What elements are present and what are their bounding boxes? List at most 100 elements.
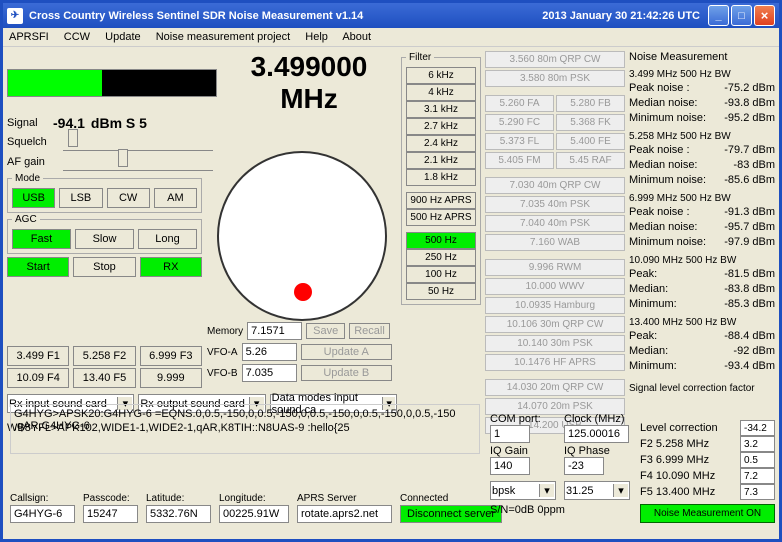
iqgain-input[interactable]: [490, 457, 530, 475]
preset-button[interactable]: 5.373 FL: [485, 133, 554, 150]
connected-label: Connected: [400, 493, 502, 504]
lat-input[interactable]: [146, 505, 211, 523]
preset-button[interactable]: 5.280 FB: [556, 95, 625, 112]
preset-button[interactable]: 5.368 FK: [556, 114, 625, 131]
nm-band-header: 10.090 MHz 500 Hz BW: [629, 255, 775, 266]
preset-button[interactable]: 10.0935 Hamburg: [485, 297, 625, 314]
agc-fast-button[interactable]: Fast: [12, 229, 71, 249]
lc-f2-input[interactable]: [740, 436, 775, 452]
nm-value: -95.2 dBm: [724, 112, 775, 125]
preset-button[interactable]: 7.160 WAB: [485, 234, 625, 251]
filter-2k1-button[interactable]: 2.1 kHz: [406, 152, 476, 169]
filter-1k8-button[interactable]: 1.8 kHz: [406, 169, 476, 186]
preset-button[interactable]: 9.996 RWM: [485, 259, 625, 276]
preset-f3-button[interactable]: 6.999 F3: [140, 346, 202, 366]
callsign-input[interactable]: [10, 505, 75, 523]
preset-button[interactable]: 7.035 40m PSK: [485, 196, 625, 213]
preset-button[interactable]: 10.140 30m PSK: [485, 335, 625, 352]
stop-button[interactable]: Stop: [73, 257, 135, 277]
nm-value: -88.4 dBm: [724, 330, 775, 343]
tuning-dial[interactable]: [217, 151, 387, 321]
preset-button[interactable]: 5.400 FE: [556, 133, 625, 150]
preset-button[interactable]: 7.040 40m PSK: [485, 215, 625, 232]
maximize-button[interactable]: □: [731, 5, 752, 26]
preset-f1-button[interactable]: 3.499 F1: [7, 346, 69, 366]
menu-help[interactable]: Help: [305, 31, 328, 43]
vfob-label: VFO-B: [207, 368, 238, 379]
update-a-button[interactable]: Update A: [301, 344, 392, 360]
preset-f6-button[interactable]: 9.999: [140, 368, 202, 388]
start-button[interactable]: Start: [7, 257, 69, 277]
server-input[interactable]: [297, 505, 392, 523]
disconnect-button[interactable]: Disconnect server: [400, 505, 502, 523]
lc-f4-input[interactable]: [740, 468, 775, 484]
comport-input[interactable]: [490, 425, 530, 443]
filter-100-button[interactable]: 100 Hz: [406, 266, 476, 283]
preset-button[interactable]: 10.106 30m QRP CW: [485, 316, 625, 333]
filter-6k-button[interactable]: 6 kHz: [406, 67, 476, 84]
filter-legend: Filter: [406, 52, 434, 63]
mode-am-button[interactable]: AM: [154, 188, 197, 208]
rate-combo[interactable]: 31.25▾: [564, 481, 630, 500]
preset-f4-button[interactable]: 10.09 F4: [7, 368, 69, 388]
passcode-input[interactable]: [83, 505, 138, 523]
filter-2k4-button[interactable]: 2.4 kHz: [406, 135, 476, 152]
menu-update[interactable]: Update: [105, 31, 140, 43]
signal-meter: [7, 69, 217, 97]
noise-measurement-toggle[interactable]: Noise Measurement ON: [640, 504, 775, 523]
filter-900aprs-button[interactable]: 900 Hz APRS: [406, 192, 476, 209]
filter-250-button[interactable]: 250 Hz: [406, 249, 476, 266]
mode-cw-button[interactable]: CW: [107, 188, 150, 208]
afgain-slider[interactable]: [63, 153, 213, 171]
lc-f3-label: F3 6.999 MHz: [640, 452, 709, 468]
menu-about[interactable]: About: [342, 31, 371, 43]
mode-combo[interactable]: bpsk▾: [490, 481, 556, 500]
preset-button[interactable]: 3.560 80m QRP CW: [485, 51, 625, 68]
agc-slow-button[interactable]: Slow: [75, 229, 134, 249]
rx-button[interactable]: RX: [140, 257, 202, 277]
update-b-button[interactable]: Update B: [301, 365, 392, 381]
filter-4k-button[interactable]: 4 kHz: [406, 84, 476, 101]
preset-button[interactable]: 7.030 40m QRP CW: [485, 177, 625, 194]
lc-f3-input[interactable]: [740, 452, 775, 468]
mode-lsb-button[interactable]: LSB: [59, 188, 102, 208]
preset-button[interactable]: 3.580 80m PSK: [485, 70, 625, 87]
close-button[interactable]: ×: [754, 5, 775, 26]
preset-f5-button[interactable]: 13.40 F5: [73, 368, 135, 388]
filter-500-button[interactable]: 500 Hz: [406, 232, 476, 249]
filter-3k1-button[interactable]: 3.1 kHz: [406, 101, 476, 118]
squelch-slider[interactable]: [63, 133, 213, 151]
lc-f2-label: F2 5.258 MHz: [640, 436, 709, 452]
lc-f5-input[interactable]: [740, 484, 775, 500]
recall-button[interactable]: Recall: [349, 323, 390, 339]
preset-button[interactable]: 5.290 FC: [485, 114, 554, 131]
preset-button[interactable]: 10.1476 HF APRS: [485, 354, 625, 371]
preset-button[interactable]: 10.000 WWV: [485, 278, 625, 295]
menu-noise-project[interactable]: Noise measurement project: [156, 31, 291, 43]
preset-f2-button[interactable]: 5.258 F2: [73, 346, 135, 366]
minimize-button[interactable]: _: [708, 5, 729, 26]
memory-input[interactable]: [247, 322, 302, 340]
nm-value: -75.2 dBm: [724, 82, 775, 95]
lon-input[interactable]: [219, 505, 289, 523]
filter-50-button[interactable]: 50 Hz: [406, 283, 476, 300]
iqphase-input[interactable]: [564, 457, 604, 475]
lon-label: Longitude:: [219, 493, 289, 504]
preset-button[interactable]: 5.45 RAF: [556, 152, 625, 169]
clock-input[interactable]: [564, 425, 629, 443]
preset-button[interactable]: 5.405 FM: [485, 152, 554, 169]
vfob-input[interactable]: [242, 364, 297, 382]
save-button[interactable]: Save: [306, 323, 345, 339]
agc-long-button[interactable]: Long: [138, 229, 197, 249]
lc-f5-label: F5 13.400 MHz: [640, 484, 715, 500]
filter-500aprs-button[interactable]: 500 Hz APRS: [406, 209, 476, 226]
filter-2k7-button[interactable]: 2.7 kHz: [406, 118, 476, 135]
menu-aprsfi[interactable]: APRSFI: [9, 31, 49, 43]
preset-button[interactable]: 5.260 FA: [485, 95, 554, 112]
clock-label: Clock (MHz): [564, 413, 630, 425]
vfoa-input[interactable]: [242, 343, 297, 361]
mode-usb-button[interactable]: USB: [12, 188, 55, 208]
menu-ccw[interactable]: CCW: [64, 31, 90, 43]
preset-button[interactable]: 14.030 20m QRP CW: [485, 379, 625, 396]
lc-input[interactable]: [740, 420, 775, 436]
